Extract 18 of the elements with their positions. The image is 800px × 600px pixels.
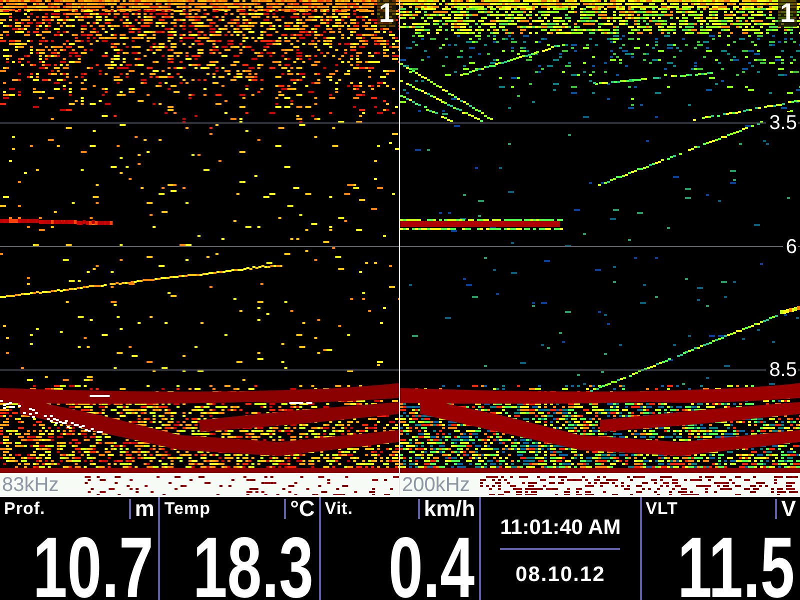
reading-label: Temp	[163, 499, 210, 518]
reading-label: VLT	[644, 499, 678, 518]
reading-value: 11.5	[678, 536, 795, 600]
reading-value: 18.3	[193, 536, 314, 600]
reading-label: Prof.	[3, 499, 46, 518]
depth-label: 1	[778, 0, 797, 27]
reading-unit: km/h	[418, 499, 480, 519]
frequency-label: 83kHz	[2, 475, 59, 495]
reading-value: 0.4	[388, 536, 474, 600]
clock-time: 11:01:40 AM	[500, 516, 621, 540]
reading-unit: V	[775, 499, 800, 519]
depth-label: 1	[376, 0, 396, 27]
reading-label: Vit.	[324, 499, 353, 518]
reading-value: 10.7	[32, 536, 154, 600]
frequency-label: 200kHz	[402, 475, 470, 495]
reading-unit: °C	[284, 499, 319, 519]
clock-date: 08.10.12	[516, 563, 606, 587]
reading-unit: m	[128, 499, 158, 519]
